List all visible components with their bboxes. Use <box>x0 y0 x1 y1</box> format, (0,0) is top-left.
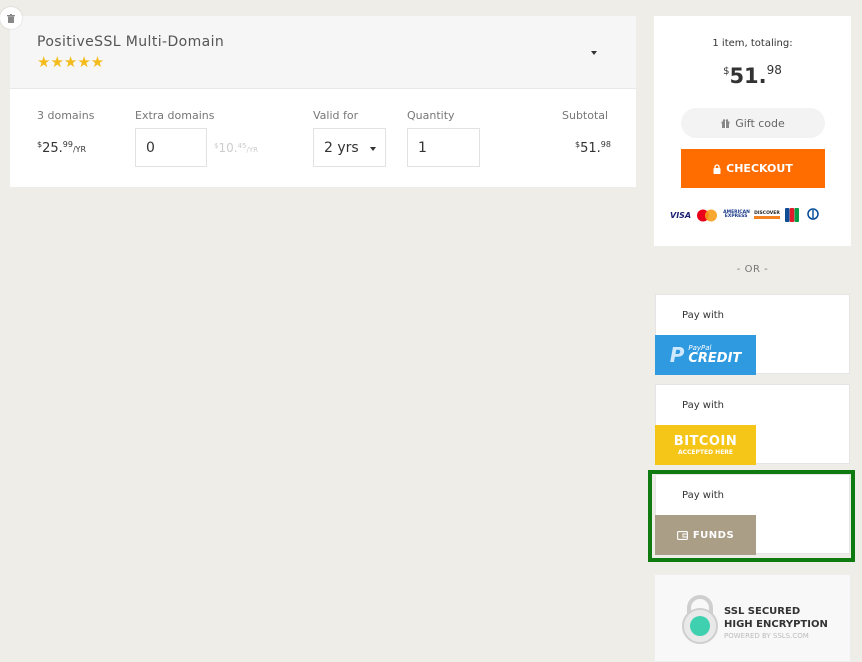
bitcoin-label: BITCOIN <box>673 434 738 449</box>
order-summary: 1 item, totaling: $51.98 Gift code CHECK… <box>654 16 851 246</box>
selection-highlight <box>648 470 855 562</box>
rating-stars-icon: ★★★★★ <box>37 53 105 71</box>
paypal-credit-button[interactable]: P PayPal CREDIT <box>655 335 756 375</box>
expand-chevron-icon[interactable] <box>591 51 597 55</box>
valid-for-label: Valid for <box>313 109 359 122</box>
paypal-icon: P <box>669 343 685 367</box>
domain-price: $25.99/YR <box>37 140 87 156</box>
checkout-label: CHECKOUT <box>726 162 793 175</box>
trash-icon <box>7 13 15 23</box>
powered-by-text: POWERED BY SSLS.COM <box>724 632 809 640</box>
quantity-label: Quantity <box>407 109 455 122</box>
gift-code-button[interactable]: Gift code <box>681 108 825 138</box>
discover-logo-icon: DISCOVER <box>754 211 780 220</box>
or-divider: - OR - <box>736 264 769 275</box>
amex-logo-icon: AMERICAN EXPRESS <box>723 209 750 219</box>
mastercard-logo-icon <box>697 209 718 221</box>
product-header[interactable]: PositiveSSL Multi-Domain ★★★★★ <box>0 7 636 89</box>
jcb-logo-icon <box>784 208 799 222</box>
bitcoin-button[interactable]: BITCOIN ACCEPTED HERE <box>655 425 756 465</box>
card-logos: VISA AMERICAN EXPRESS DISCOVER <box>670 207 836 223</box>
delete-button[interactable] <box>0 7 22 29</box>
gift-code-label: Gift code <box>735 116 785 130</box>
lock-icon <box>713 163 721 174</box>
checkout-button[interactable]: CHECKOUT <box>681 149 825 188</box>
extra-domain-price: $10.45/YR <box>214 141 258 155</box>
order-total: $51.98 <box>723 63 782 88</box>
ssl-seal: SSL SECURED HIGH ENCRYPTION POWERED BY S… <box>654 574 851 662</box>
product-card: PositiveSSL Multi-Domain ★★★★★ 3 domains… <box>0 7 636 187</box>
visa-logo-icon: VISA <box>670 210 692 220</box>
extra-domains-label: Extra domains <box>135 109 215 122</box>
bitcoin-option[interactable]: Pay with BITCOIN ACCEPTED HERE <box>655 384 850 465</box>
quantity-input[interactable]: 1 <box>407 128 480 167</box>
paypal-credit-option[interactable]: Pay with P PayPal CREDIT <box>655 294 850 375</box>
subtotal-value: $51.98 <box>575 140 611 156</box>
domains-label: 3 domains <box>37 109 95 122</box>
pay-with-label: Pay with <box>682 310 725 321</box>
subtotal-label: Subtotal <box>562 109 609 122</box>
pay-with-label: Pay with <box>682 400 725 411</box>
bitcoin-sublabel: ACCEPTED HERE <box>677 449 734 456</box>
chevron-down-icon <box>370 147 376 151</box>
product-title: PositiveSSL Multi-Domain <box>37 34 225 50</box>
valid-for-value: 2 yrs <box>324 139 359 156</box>
items-total-text: 1 item, totaling: <box>712 38 793 49</box>
diners-logo-icon <box>807 208 819 220</box>
padlock-icon <box>682 595 718 644</box>
extra-domains-input[interactable]: 0 <box>135 128 207 167</box>
gift-icon <box>721 118 730 128</box>
ssl-secured-text: SSL SECURED <box>724 606 801 617</box>
paypal-credit-label: CREDIT <box>688 351 742 366</box>
valid-for-select[interactable]: 2 yrs <box>313 128 386 167</box>
high-encryption-text: HIGH ENCRYPTION <box>724 619 828 630</box>
